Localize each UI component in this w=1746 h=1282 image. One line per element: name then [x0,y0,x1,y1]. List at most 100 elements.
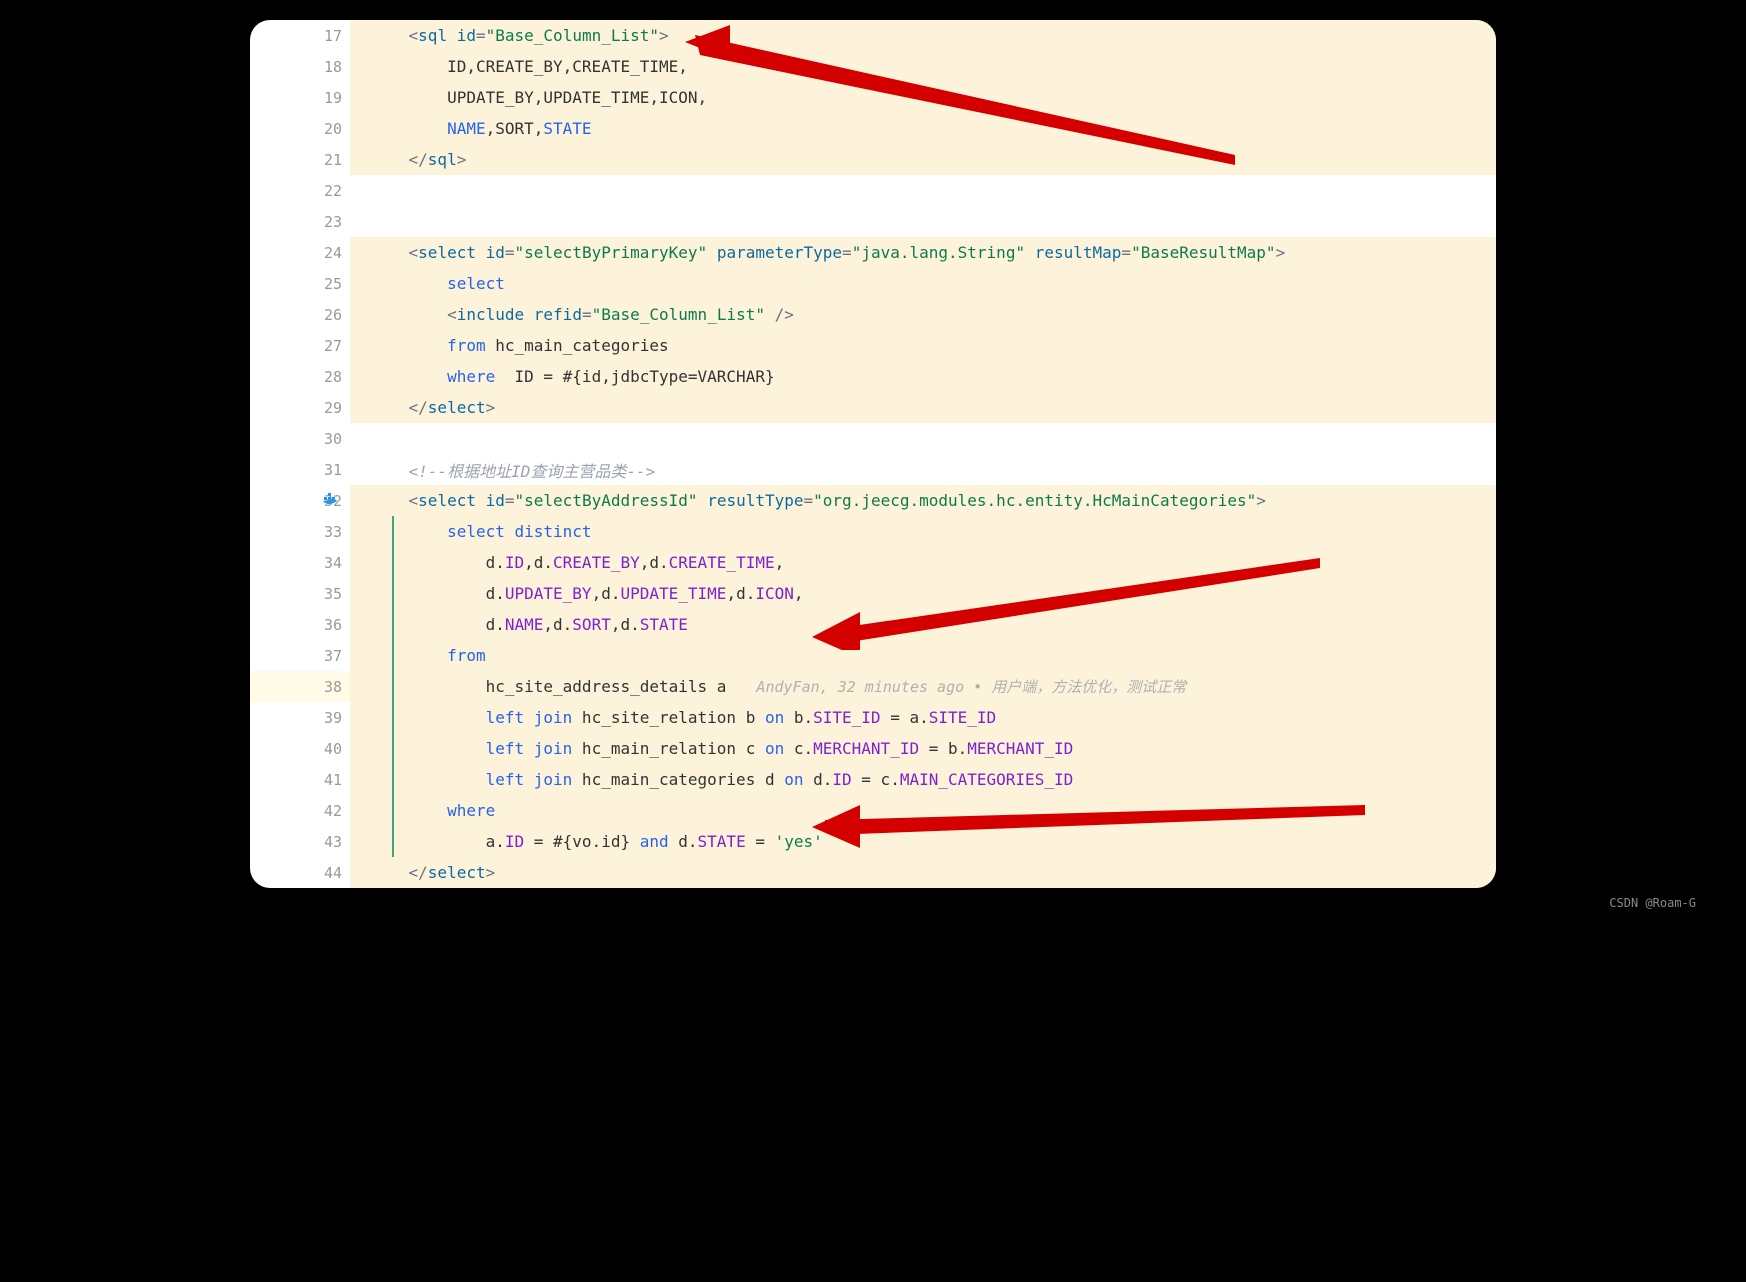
line-number: 21 [312,151,342,169]
line-number: 30 [312,430,342,448]
code-content[interactable]: <!--根据地址ID查询主营品类--> [350,454,1496,485]
line-number: 22 [312,182,342,200]
code-line-22[interactable]: 22 [250,175,1496,206]
code-content[interactable]: <select id="selectByAddressId" resultTyp… [350,485,1496,516]
code-line-27[interactable]: 27 from hc_main_categories [250,330,1496,361]
code-line-25[interactable]: 25 select [250,268,1496,299]
code-line-32[interactable]: 32 <select id="selectByAddressId" result… [250,485,1496,516]
code-line-18[interactable]: 18 ID,CREATE_BY,CREATE_TIME, [250,51,1496,82]
code-content[interactable]: a.ID = #{vo.id} and d.STATE = 'yes' [350,826,1496,857]
gutter: 41 [250,771,350,789]
code-line-20[interactable]: 20 NAME,SORT,STATE [250,113,1496,144]
code-content[interactable]: </select> [350,857,1496,888]
code-text: from [370,646,486,665]
code-content[interactable] [350,423,1496,454]
gutter: 33 [250,523,350,541]
line-number: 26 [312,306,342,324]
code-line-37[interactable]: 37 from [250,640,1496,671]
gutter: 42 [250,802,350,820]
code-line-43[interactable]: 43 a.ID = #{vo.id} and d.STATE = 'yes' [250,826,1496,857]
code-text: UPDATE_BY,UPDATE_TIME,ICON, [370,88,707,107]
code-content[interactable]: <include refid="Base_Column_List" /> [350,299,1496,330]
code-content[interactable]: </select> [350,392,1496,423]
code-line-44[interactable]: 44 </select> [250,857,1496,888]
indent-guide [392,640,394,671]
code-content[interactable]: from [350,640,1496,671]
code-content[interactable]: left join hc_site_relation b on b.SITE_I… [350,702,1496,733]
indent-guide [392,578,394,609]
code-line-31[interactable]: 31 <!--根据地址ID查询主营品类--> [250,454,1496,485]
line-number: 36 [312,616,342,634]
run-gutter-icon[interactable] [322,491,342,511]
code-content[interactable]: select [350,268,1496,299]
indent-guide [392,609,394,640]
code-line-24[interactable]: 24 <select id="selectByPrimaryKey" param… [250,237,1496,268]
code-line-33[interactable]: 33 select distinct [250,516,1496,547]
code-content[interactable]: NAME,SORT,STATE [350,113,1496,144]
code-content[interactable]: <select id="selectByPrimaryKey" paramete… [350,237,1496,268]
code-text: select distinct [370,522,592,541]
code-line-34[interactable]: 34 d.ID,d.CREATE_BY,d.CREATE_TIME, [250,547,1496,578]
code-content[interactable]: hc_site_address_details a AndyFan, 32 min… [350,671,1496,702]
code-line-29[interactable]: 29 </select> [250,392,1496,423]
gutter: 43 [250,833,350,851]
code-content[interactable]: from hc_main_categories [350,330,1496,361]
code-content[interactable]: where ID = #{id,jdbcType=VARCHAR} [350,361,1496,392]
indent-guide [392,671,394,702]
code-text: </select> [370,863,495,882]
code-content[interactable]: UPDATE_BY,UPDATE_TIME,ICON, [350,82,1496,113]
code-line-35[interactable]: 35 d.UPDATE_BY,d.UPDATE_TIME,d.ICON, [250,578,1496,609]
line-number: 19 [312,89,342,107]
code-text: <sql id="Base_Column_List"> [370,26,669,45]
code-content[interactable]: d.NAME,d.SORT,d.STATE [350,609,1496,640]
line-number: 28 [312,368,342,386]
code-line-40[interactable]: 40 left join hc_main_relation c on c.MER… [250,733,1496,764]
gutter: 40 [250,740,350,758]
code-text: <!--根据地址ID查询主营品类--> [370,458,655,482]
line-number: 37 [312,647,342,665]
gutter: 20 [250,120,350,138]
code-content[interactable]: left join hc_main_relation c on c.MERCHA… [350,733,1496,764]
code-line-19[interactable]: 19 UPDATE_BY,UPDATE_TIME,ICON, [250,82,1496,113]
code-content[interactable]: where [350,795,1496,826]
code-content[interactable]: d.UPDATE_BY,d.UPDATE_TIME,d.ICON, [350,578,1496,609]
code-line-21[interactable]: 21 </sql> [250,144,1496,175]
code-content[interactable]: <sql id="Base_Column_List"> [350,20,1496,51]
editor-body[interactable]: 17 <sql id="Base_Column_List">18 ID,CREA… [250,20,1496,888]
code-line-23[interactable]: 23 [250,206,1496,237]
code-text: ID,CREATE_BY,CREATE_TIME, [370,57,688,76]
code-editor[interactable]: 17 <sql id="Base_Column_List">18 ID,CREA… [250,20,1496,888]
line-number: 44 [312,864,342,882]
line-number: 20 [312,120,342,138]
git-blame-annotation[interactable]: AndyFan, 32 minutes ago • 用户端，方法优化，测试正常 [756,676,1186,697]
indent-guide [392,516,394,547]
code-line-28[interactable]: 28 where ID = #{id,jdbcType=VARCHAR} [250,361,1496,392]
code-line-42[interactable]: 42 where [250,795,1496,826]
gutter: 25 [250,275,350,293]
line-number: 42 [312,802,342,820]
code-line-38[interactable]: 38 hc_site_address_details a AndyFan, 32 … [250,671,1496,702]
gutter: 44 [250,864,350,882]
code-text: NAME,SORT,STATE [370,119,592,138]
line-number: 38 [312,678,342,696]
code-content[interactable]: d.ID,d.CREATE_BY,d.CREATE_TIME, [350,547,1496,578]
line-number: 40 [312,740,342,758]
code-content[interactable]: select distinct [350,516,1496,547]
code-text: hc_site_address_details a [370,677,726,696]
gutter: 35 [250,585,350,603]
code-content[interactable]: left join hc_main_categories d on d.ID =… [350,764,1496,795]
code-line-39[interactable]: 39 left join hc_site_relation b on b.SIT… [250,702,1496,733]
code-text: d.UPDATE_BY,d.UPDATE_TIME,d.ICON, [370,584,804,603]
code-content[interactable] [350,175,1496,206]
code-content[interactable] [350,206,1496,237]
code-line-41[interactable]: 41 left join hc_main_categories d on d.I… [250,764,1496,795]
line-number: 18 [312,58,342,76]
gutter: 28 [250,368,350,386]
gutter: 23 [250,213,350,231]
code-line-36[interactable]: 36 d.NAME,d.SORT,d.STATE [250,609,1496,640]
code-line-26[interactable]: 26 <include refid="Base_Column_List" /> [250,299,1496,330]
code-line-30[interactable]: 30 [250,423,1496,454]
code-content[interactable]: </sql> [350,144,1496,175]
code-line-17[interactable]: 17 <sql id="Base_Column_List"> [250,20,1496,51]
code-content[interactable]: ID,CREATE_BY,CREATE_TIME, [350,51,1496,82]
